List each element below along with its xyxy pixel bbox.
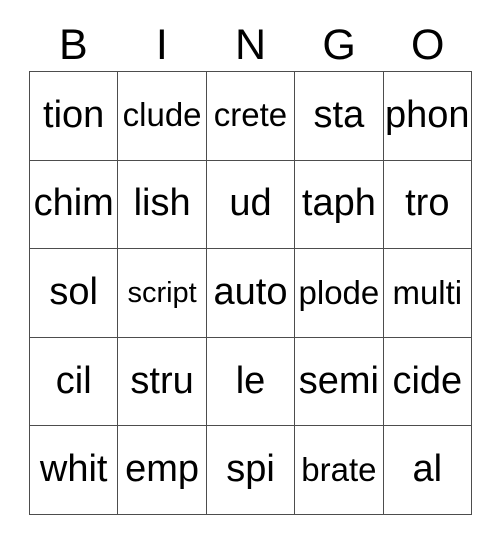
bingo-cell-r2c2[interactable]: lish <box>118 160 207 250</box>
bingo-cell-r1c1[interactable]: tion <box>30 72 119 161</box>
bingo-cell-r3c2[interactable]: script <box>118 249 207 338</box>
bingo-cell-label: multi <box>392 273 463 311</box>
bingo-header-row: B I N G O <box>29 19 472 71</box>
bingo-cell-label: spi <box>226 448 275 491</box>
bingo-cell-label: emp <box>125 448 200 491</box>
bingo-cell-r5c3[interactable]: spi <box>206 426 296 515</box>
bingo-cell-r3c3[interactable]: auto <box>206 249 296 338</box>
bingo-cell-label: cide <box>392 359 463 402</box>
bingo-cell-label: auto <box>213 271 288 314</box>
bingo-grid: tion clude crete sta phon chim lish ud t… <box>29 71 472 515</box>
bingo-cell-label: taph <box>301 182 376 225</box>
bingo-cell-r5c5[interactable]: al <box>383 426 472 515</box>
bingo-cell-label: sol <box>49 271 98 314</box>
bingo-cell-r4c2[interactable]: stru <box>118 337 207 427</box>
bingo-cell-label: ud <box>229 182 272 225</box>
bingo-cell-r4c3[interactable]: le <box>206 337 296 427</box>
bingo-cell-label: lish <box>133 182 191 225</box>
bingo-cell-r2c1[interactable]: chim <box>30 160 119 250</box>
bingo-cell-label: semi <box>298 359 379 402</box>
bingo-cell-label: sta <box>313 93 365 136</box>
bingo-cell-r2c5[interactable]: tro <box>383 160 472 250</box>
bingo-cell-label: crete <box>213 96 288 134</box>
bingo-cell-label: cil <box>55 359 92 402</box>
bingo-cell-r1c2[interactable]: clude <box>118 72 207 161</box>
bingo-cell-label: brate <box>301 450 377 488</box>
bingo-cell-label: al <box>412 448 443 491</box>
bingo-cell-label: plode <box>298 273 380 311</box>
bingo-cell-label: script <box>127 276 197 309</box>
bingo-header-letter-i: I <box>155 20 168 69</box>
bingo-cell-r3c5[interactable]: multi <box>383 249 472 338</box>
bingo-header-letter-g: G <box>322 20 356 69</box>
bingo-cell-r5c4[interactable]: brate <box>295 426 384 515</box>
bingo-cell-r3c4[interactable]: plode <box>295 249 384 338</box>
bingo-cell-label: tro <box>405 182 450 225</box>
bingo-cell-label: chim <box>33 182 114 225</box>
bingo-cell-label: le <box>235 359 266 402</box>
bingo-cell-r1c5[interactable]: phon <box>383 72 472 161</box>
bingo-cell-r4c1[interactable]: cil <box>30 337 119 427</box>
bingo-cell-r5c2[interactable]: emp <box>118 426 207 515</box>
bingo-header-letter-o: O <box>410 20 445 69</box>
bingo-cell-r3c1[interactable]: sol <box>30 249 119 338</box>
bingo-cell-r4c4[interactable]: semi <box>295 337 384 427</box>
bingo-cell-r2c4[interactable]: taph <box>295 160 384 250</box>
bingo-cell-r1c4[interactable]: sta <box>295 72 384 161</box>
bingo-header-letter-n: N <box>234 20 267 69</box>
bingo-cell-label: whit <box>39 448 108 491</box>
bingo-cell-label: stru <box>130 359 194 402</box>
bingo-card: B I N G O tion clude crete sta phon chim… <box>29 19 472 515</box>
bingo-cell-r2c3[interactable]: ud <box>206 160 296 250</box>
bingo-cell-label: clude <box>122 96 202 134</box>
bingo-cell-label: tion <box>43 93 105 136</box>
bingo-cell-r4c5[interactable]: cide <box>383 337 472 427</box>
bingo-cell-r5c1[interactable]: whit <box>30 426 119 515</box>
bingo-header-letter-b: B <box>58 20 88 69</box>
bingo-cell-label: phon <box>385 93 470 136</box>
bingo-cell-r1c3[interactable]: crete <box>206 72 296 161</box>
